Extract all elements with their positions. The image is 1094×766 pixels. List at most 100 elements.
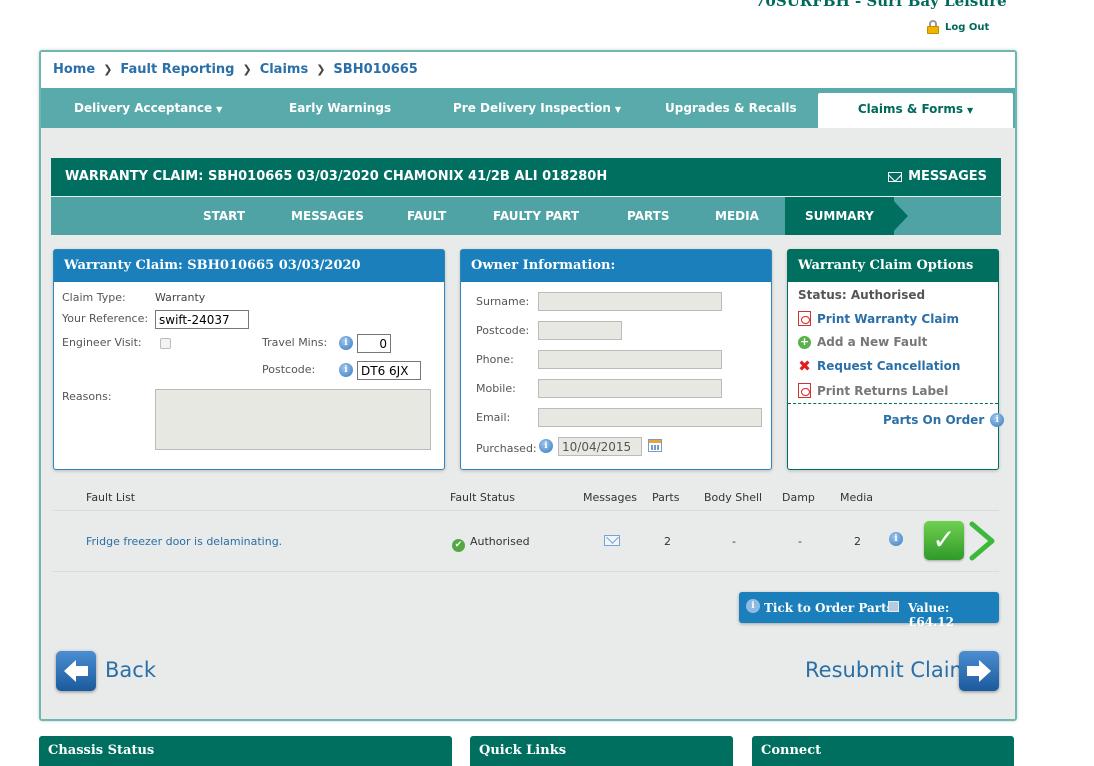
mobile-input[interactable] — [538, 379, 722, 398]
owner-postcode-input[interactable] — [538, 321, 622, 340]
nav-label: Delivery Acceptance — [74, 101, 213, 115]
step-fault[interactable]: FAULT — [407, 197, 446, 235]
phone-input[interactable] — [538, 350, 722, 369]
postcode-label: Postcode: — [476, 324, 530, 337]
info-icon[interactable]: i — [539, 439, 553, 453]
order-value: Value: £64.12 — [908, 601, 954, 629]
divider — [53, 571, 999, 572]
option-label: Request Cancellation — [817, 359, 961, 373]
surname-input[interactable] — [538, 292, 722, 311]
claim-type-label: Claim Type: — [62, 291, 126, 304]
mobile-label: Mobile: — [476, 382, 516, 395]
step-messages[interactable]: MESSAGES — [291, 197, 364, 235]
damp-value: - — [798, 535, 802, 548]
option-label: Print Warranty Claim — [817, 311, 960, 326]
step-start[interactable]: START — [203, 197, 245, 235]
nav-claims-forms[interactable]: Claims & Forms ▼ — [818, 93, 1013, 128]
claim-status: Status: Authorised — [798, 288, 926, 302]
engineer-visit-checkbox[interactable] — [160, 338, 171, 349]
col-media: Media — [840, 491, 874, 504]
fault-description-link[interactable]: Fridge freezer door is delaminating. — [86, 535, 282, 548]
phone-label: Phone: — [476, 353, 514, 366]
col-body-shell: Body Shell — [704, 491, 763, 504]
panel-title: Warranty Claim Options — [788, 250, 998, 282]
breadcrumb-fault-reporting[interactable]: Fault Reporting — [120, 62, 234, 77]
option-label: Print Returns Label — [817, 383, 949, 398]
travel-mins-input[interactable] — [357, 334, 391, 353]
chevron-right-icon[interactable] — [967, 521, 997, 561]
email-label: Email: — [476, 411, 511, 424]
forward-arrow-icon[interactable] — [959, 651, 999, 691]
breadcrumb-home[interactable]: Home — [53, 62, 95, 77]
claim-title: WARRANTY CLAIM: SBH010665 03/03/2020 CHA… — [65, 169, 608, 184]
approve-check-button[interactable]: ✓ — [924, 521, 964, 560]
option-label: Add a New Fault — [817, 335, 928, 349]
surname-label: Surname: — [476, 295, 530, 308]
info-icon[interactable]: i — [339, 336, 353, 350]
step-parts[interactable]: PARTS — [627, 197, 670, 235]
divider — [788, 403, 998, 404]
option-label: Parts On Order — [883, 413, 985, 427]
print-claim-option[interactable]: Print Warranty Claim — [798, 311, 959, 326]
messages-button[interactable]: MESSAGES — [888, 169, 987, 184]
close-icon: ✖ — [798, 356, 811, 375]
reference-label: Your Reference: — [62, 312, 149, 325]
step-arrow — [890, 197, 908, 235]
nav-upgrades-recalls[interactable]: Upgrades & Recalls — [665, 88, 797, 128]
col-messages: Messages — [583, 491, 637, 504]
info-icon[interactable]: i — [889, 532, 903, 546]
order-parts-checkbox[interactable] — [888, 601, 899, 612]
back-button[interactable]: Back — [105, 658, 156, 682]
purchased-label: Purchased: — [476, 442, 537, 455]
info-icon[interactable]: i — [339, 363, 353, 377]
email-input[interactable] — [538, 408, 762, 427]
claim-options-panel: Warranty Claim Options Status: Authorise… — [787, 249, 1005, 470]
nav-label: Pre Delivery Inspection — [453, 101, 611, 115]
panel-title: Warranty Claim: SBH010665 03/03/2020 — [54, 250, 444, 282]
order-parts-bar: i Tick to Order Parts: Value: £64.12 — [739, 592, 999, 629]
nav-label: Early Warnings — [289, 101, 392, 115]
main-nav: Delivery Acceptance ▼ Early Warnings Pre … — [41, 88, 1015, 128]
request-cancellation-option[interactable]: ✖ Request Cancellation — [798, 356, 961, 375]
caret-down-icon: ▼ — [966, 106, 974, 115]
postcode-label: Postcode: — [262, 363, 316, 376]
warranty-claim-panel: Warranty Claim: SBH010665 03/03/2020 Cla… — [53, 249, 445, 470]
check-circle-icon: ✔ — [452, 539, 465, 552]
breadcrumb-claim-id[interactable]: SBH010665 — [333, 62, 417, 77]
step-faulty-part[interactable]: FAULTY PART — [493, 197, 579, 235]
resubmit-button[interactable]: Resubmit Claim — [805, 658, 970, 682]
step-summary[interactable]: SUMMARY — [785, 197, 894, 235]
logout-label: Log Out — [945, 21, 990, 33]
claim-header: WARRANTY CLAIM: SBH010665 03/03/2020 CHA… — [51, 158, 1001, 196]
back-arrow-icon[interactable] — [56, 651, 96, 691]
logout-link[interactable]: Log Out — [926, 20, 989, 34]
messages-label: MESSAGES — [908, 169, 987, 184]
add-fault-option: + Add a New Fault — [798, 335, 927, 349]
parts-on-order-link[interactable]: Parts On Order i — [883, 413, 1005, 427]
nav-early-warnings[interactable]: Early Warnings — [289, 88, 391, 128]
envelope-icon — [888, 171, 903, 182]
reasons-textarea[interactable] — [155, 389, 431, 450]
col-damp: Damp — [782, 491, 815, 504]
owner-information-panel: Owner Information: Surname: Postcode: Ph… — [460, 249, 772, 470]
purchased-date-input[interactable] — [558, 437, 642, 456]
step-media[interactable]: MEDIA — [715, 197, 759, 235]
breadcrumb-claims[interactable]: Claims — [260, 62, 309, 77]
panel-title: Owner Information: — [461, 250, 771, 282]
pdf-icon — [798, 383, 811, 398]
mail-icon[interactable] — [604, 535, 620, 546]
nav-pre-delivery-inspection[interactable]: Pre Delivery Inspection ▼ — [453, 88, 621, 128]
nav-delivery-acceptance[interactable]: Delivery Acceptance ▼ — [74, 88, 222, 128]
claim-type-value: Warranty — [155, 291, 206, 304]
engineer-visit-label: Engineer Visit: — [62, 336, 142, 349]
divider — [53, 510, 999, 511]
fault-status: ✔ Authorised — [452, 535, 530, 552]
caret-down-icon: ▼ — [216, 105, 223, 114]
plus-icon: + — [798, 334, 811, 349]
pdf-icon — [798, 311, 811, 326]
chevron-right-icon: ❯ — [242, 63, 252, 76]
calendar-icon[interactable] — [648, 439, 662, 452]
postcode-input[interactable] — [357, 361, 421, 380]
reference-input[interactable] — [155, 310, 249, 329]
travel-mins-label: Travel Mins: — [262, 336, 328, 349]
